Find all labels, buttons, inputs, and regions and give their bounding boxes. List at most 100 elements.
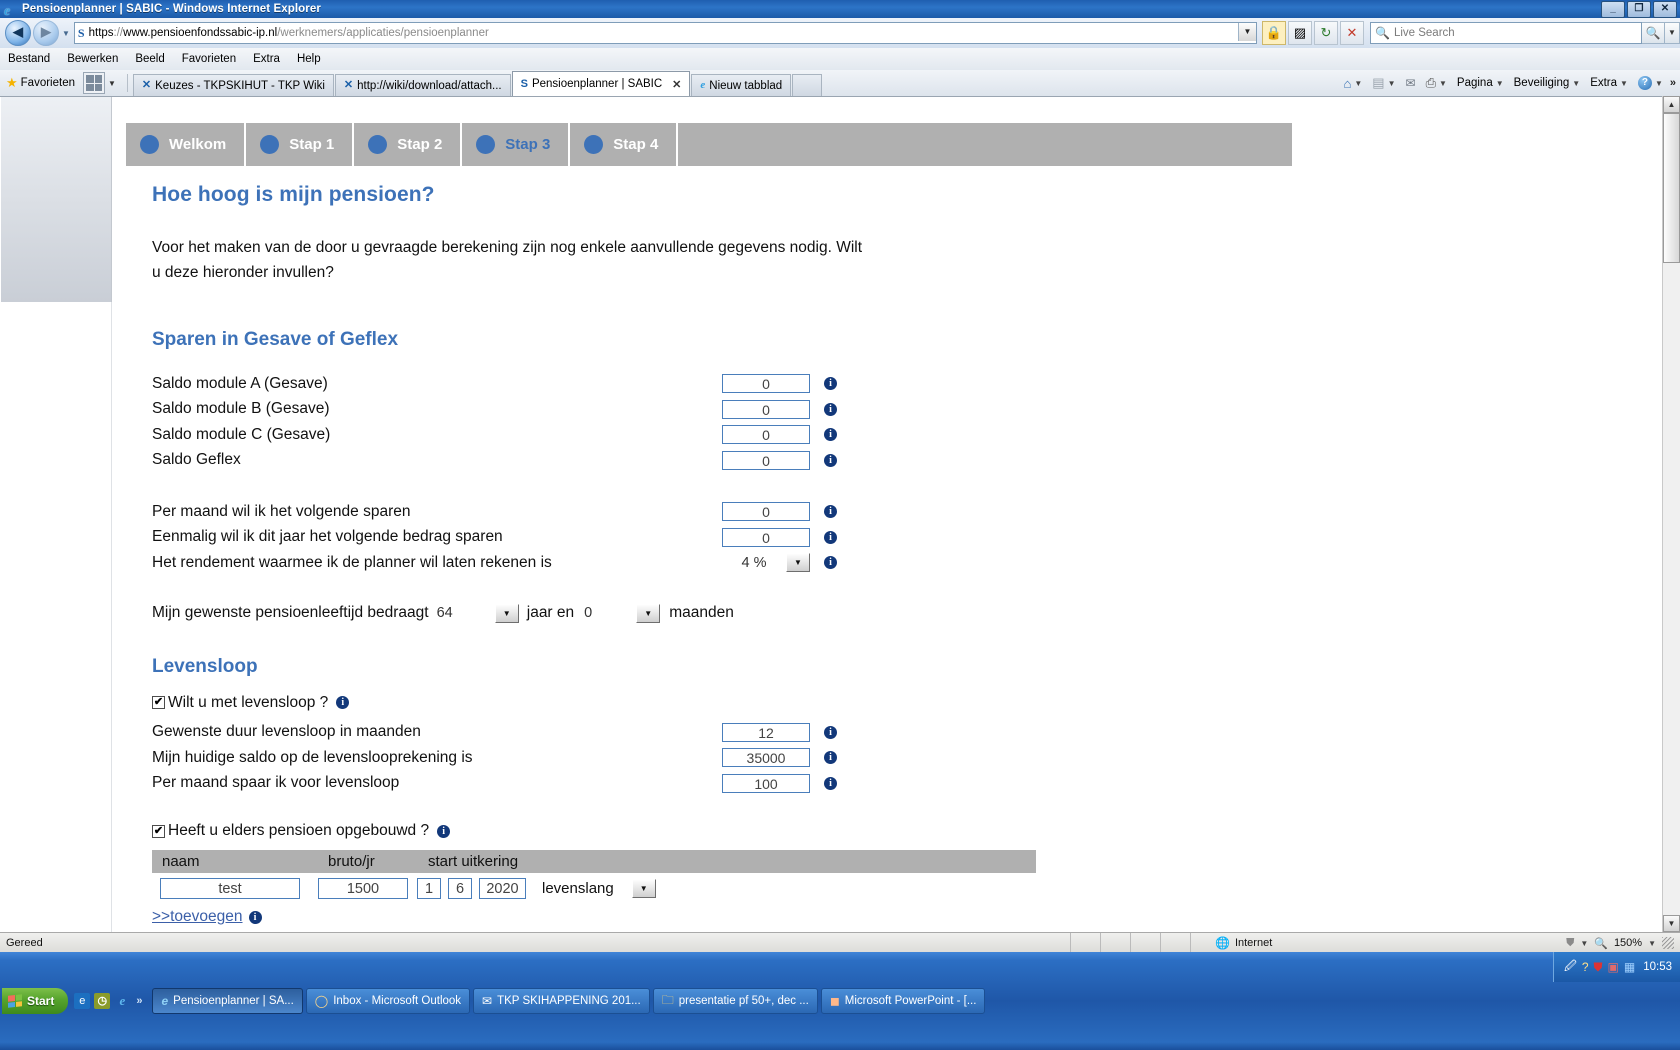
minimize-button[interactable]: _ [1601,1,1625,18]
scroll-down-button[interactable]: ▼ [1663,915,1680,932]
search-go-button[interactable]: 🔍 [1642,22,1665,44]
info-icon[interactable]: i [824,428,837,442]
address-bar[interactable]: S https://www.pensioenfondssabic-ip.nl/w… [73,22,1257,44]
taskbar-item-pensioenplanner[interactable]: e Pensioenplanner | SA... [152,988,303,1014]
info-icon[interactable]: i [824,776,837,790]
close-button[interactable]: ✕ [1653,1,1677,18]
favorites-label[interactable]: Favorieten [21,77,75,89]
pen-tray-icon[interactable]: 🖉 [1564,957,1577,978]
antivirus-tray-icon[interactable]: ▣ [1608,960,1619,974]
scroll-up-button[interactable]: ▲ [1663,96,1680,113]
compatibility-view-icon[interactable]: ▨ [1288,21,1312,45]
zoom-icon[interactable]: 🔍 [1594,937,1608,950]
quicklaunch-overflow-icon[interactable]: » [136,995,142,1007]
step-stap-3[interactable]: Stap 3 [462,123,571,166]
elders-jaar-input[interactable]: 2020 [479,878,526,899]
elders-dag-input[interactable]: 1 [417,878,441,899]
levensloop-maandinleg-input[interactable]: 100 [722,773,810,793]
step-stap-4[interactable]: Stap 4 [570,123,679,166]
info-icon[interactable]: i [824,402,837,416]
elders-bruto-input[interactable]: 1500 [318,878,408,899]
page-menu-button[interactable]: Pagina ▼ [1452,77,1509,89]
elders-maand-input[interactable]: 6 [448,878,472,899]
network-tray-icon[interactable]: ▦ [1624,960,1635,974]
help-tray-icon[interactable]: ? [1582,960,1589,974]
levensloop-saldo-input[interactable]: 35000 [722,748,810,768]
command-overflow-icon[interactable]: » [1668,77,1676,89]
start-button[interactable]: Start [2,988,69,1014]
history-dropdown-icon[interactable]: ▼ [62,29,70,38]
taskbar-item-outlook[interactable]: ◯ Inbox - Microsoft Outlook [305,988,471,1014]
info-icon[interactable]: i [824,505,837,519]
favorites-star-icon[interactable]: ★ [6,75,18,91]
taskbar-item-tkp-skihappening[interactable]: ✉ TKP SKIHAPPENING 201... [473,988,650,1014]
chevron-down-icon[interactable]: ▼ [1439,79,1447,88]
forward-button[interactable]: ▶ [33,20,59,46]
favorites-caret-icon[interactable]: ▼ [108,79,116,88]
info-icon[interactable]: i [824,725,837,739]
tab-keuzes-tkpskihut[interactable]: ✕ Keuzes - TKPSKIHUT - TKP Wiki [132,74,334,96]
elders-duur-dropdown[interactable]: ▼ [631,879,656,898]
tab-nieuw-tabblad[interactable]: e Nieuw tabblad [691,74,792,96]
saldo-module-b-input[interactable]: 0 [722,399,810,419]
info-icon[interactable]: i [437,824,451,838]
menu-item-favorieten[interactable]: Favorieten [182,53,236,65]
address-dropdown-icon[interactable]: ▼ [1238,23,1256,41]
menu-item-bewerken[interactable]: Bewerken [67,53,118,65]
info-icon[interactable]: i [824,377,837,391]
print-button[interactable]: ⎙ ▼ [1421,75,1452,91]
tab-pensioenplanner[interactable]: S Pensioenplanner | SABIC ✕ [511,71,691,96]
browser-quicklaunch-icon[interactable]: e [114,993,130,1009]
levensloop-checkbox[interactable]: ✔ [152,696,165,709]
pensioenleeftijd-months-dropdown[interactable]: ▼ [636,603,661,623]
feeds-button[interactable]: ▤ ▼ [1367,75,1400,91]
new-tab-button[interactable] [792,74,823,96]
elders-checkbox-row[interactable]: ✔ Heeft u elders pensioen opgebouwd ? i [152,822,1332,840]
chevron-down-icon[interactable]: ▼ [1620,79,1628,88]
menu-item-beeld[interactable]: Beeld [135,53,164,65]
toevoegen-link[interactable]: >>toevoegen [152,908,243,926]
saldo-geflex-input[interactable]: 0 [722,450,810,470]
chevron-down-icon[interactable]: ▼ [1580,939,1588,948]
ie-quicklaunch-icon[interactable]: e [74,993,91,1009]
elders-checkbox[interactable]: ✔ [152,824,165,838]
restore-button[interactable]: ❐ [1627,1,1651,18]
step-stap-2[interactable]: Stap 2 [354,123,463,166]
scrollbar-thumb[interactable] [1663,113,1680,263]
security-menu-button[interactable]: Beveiliging ▼ [1509,77,1586,89]
back-button[interactable]: ◀ [5,20,31,46]
levensloop-checkbox-row[interactable]: ✔ Wilt u met levensloop ? i [152,694,1332,712]
maand-sparen-input[interactable]: 0 [722,502,810,522]
page-vertical-scrollbar[interactable]: ▲ ▼ [1662,96,1680,932]
chevron-down-icon[interactable]: ▼ [1655,79,1663,88]
menu-item-extra[interactable]: Extra [253,53,280,65]
info-icon[interactable]: i [824,751,837,765]
taskbar-item-powerpoint[interactable]: ◼ Microsoft PowerPoint - [... [820,988,986,1014]
chevron-down-icon[interactable]: ▼ [1354,79,1362,88]
search-provider-caret-icon[interactable]: ▼ [1665,22,1680,44]
info-icon[interactable]: i [824,453,837,467]
zoom-caret-icon[interactable]: ▼ [1648,939,1656,948]
chevron-down-icon[interactable]: ▼ [1496,79,1504,88]
info-icon[interactable]: i [824,530,837,544]
lock-icon[interactable]: 🔒 [1262,21,1286,45]
security-zone[interactable]: 🌐 Internet [1215,933,1272,953]
saldo-module-c-input[interactable]: 0 [722,425,810,445]
favorites-grid-icon[interactable] [83,72,105,94]
saldo-module-a-input[interactable]: 0 [722,374,810,394]
rendement-dropdown[interactable]: ▼ [786,553,810,573]
resize-grip[interactable] [1662,937,1674,949]
tab-wiki-download[interactable]: ✕ http://wiki/download/attach... [334,74,511,96]
taskbar-item-presentatie[interactable]: 🗀 presentatie pf 50+, dec ... [652,988,818,1014]
info-icon[interactable]: i [336,696,350,709]
info-icon[interactable]: i [824,556,837,570]
chevron-down-icon[interactable]: ▼ [1388,79,1396,88]
menu-item-bestand[interactable]: Bestand [8,53,50,65]
zoom-level[interactable]: 150% [1614,937,1642,949]
search-box[interactable]: 🔍 Live Search [1370,22,1642,44]
elders-naam-input[interactable]: test [160,878,300,899]
eenmalig-sparen-input[interactable]: 0 [722,527,810,547]
step-stap-1[interactable]: Stap 1 [246,123,355,166]
shield-tray-icon[interactable]: ⛊ [1594,960,1603,975]
mail-button[interactable]: ✉ [1401,76,1421,90]
